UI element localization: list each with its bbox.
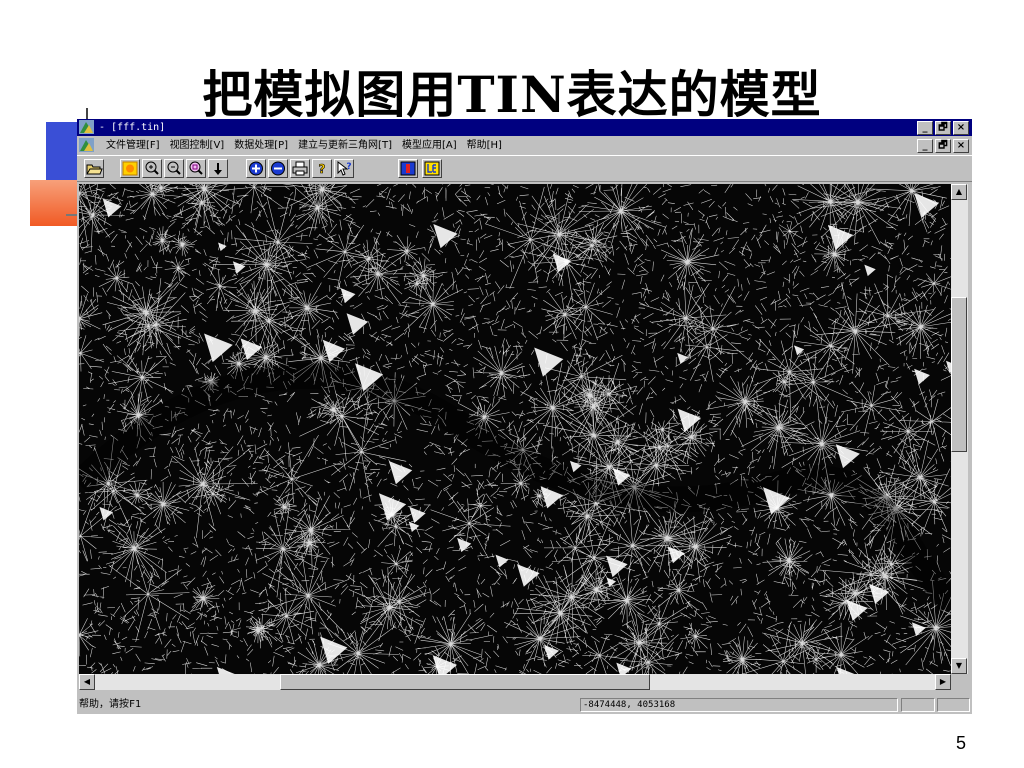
print-icon (292, 161, 308, 176)
status-coordinates: -8474448, 4053168 (580, 698, 898, 712)
down-arrow-icon (214, 163, 222, 175)
tin-canvas[interactable] (79, 184, 951, 674)
scroll-up-button[interactable]: ▲ (951, 184, 967, 200)
zoom-in-button[interactable] (142, 159, 162, 178)
tin-mesh (79, 184, 951, 674)
status-help-text: 帮助，请按F1 (79, 699, 142, 710)
slide-title: 把模拟图用TIN表达的模型 (202, 65, 822, 124)
context-help-icon: ? (337, 160, 352, 176)
red-tool-button[interactable] (398, 159, 418, 178)
add-point-icon (249, 161, 263, 176)
zoom-window-icon (189, 161, 203, 175)
status-panel (901, 698, 935, 712)
menu-help[interactable]: 帮助[H] (462, 136, 507, 155)
zoom-out-button[interactable] (164, 159, 184, 178)
print-button[interactable] (290, 159, 310, 178)
scroll-right-button[interactable]: ▶ (935, 674, 951, 690)
context-help-button[interactable]: ? (334, 159, 354, 178)
menu-model[interactable]: 模型应用[A] (397, 136, 462, 155)
red-tool-icon (400, 161, 416, 176)
le-tool-button[interactable] (422, 159, 442, 178)
vertical-scrollbar[interactable]: ▲ ▼ (951, 184, 968, 674)
zoom-window-button[interactable] (186, 159, 206, 178)
menu-tin[interactable]: 建立与更新三角网[T] (293, 136, 397, 155)
vertical-scroll-thumb[interactable] (951, 297, 967, 452)
add-point-button[interactable] (246, 159, 266, 178)
scroll-down-button[interactable]: ▼ (951, 658, 967, 674)
open-file-button[interactable] (84, 159, 104, 178)
zoom-out-icon (167, 161, 181, 175)
remove-point-icon (271, 161, 285, 176)
menu-data[interactable]: 数据处理[P] (229, 136, 293, 155)
horizontal-scroll-thumb[interactable] (280, 674, 650, 690)
doc-minimize-button[interactable]: _ (917, 139, 933, 153)
page-number: 5 (955, 733, 966, 753)
menu-file[interactable]: 文件管理[F] (101, 136, 165, 155)
zoom-extent-icon (122, 161, 138, 176)
doc-close-button[interactable]: × (953, 139, 969, 153)
zoom-in-icon (145, 161, 159, 175)
remove-point-button[interactable] (268, 159, 288, 178)
help-button[interactable]: ? (312, 159, 332, 178)
doc-restore-button[interactable]: 🗗 (935, 139, 951, 153)
document-icon[interactable] (79, 138, 94, 152)
toolbar: ? ? (77, 155, 972, 182)
scroll-left-button[interactable]: ◀ (79, 674, 95, 690)
menu-bar: 文件管理[F] 视图控制[V] 数据处理[P] 建立与更新三角网[T] 模型应用… (77, 136, 972, 155)
menu-view[interactable]: 视图控制[V] (165, 136, 230, 155)
horizontal-scrollbar[interactable]: ◀ ▶ (79, 674, 951, 690)
open-file-icon (86, 164, 103, 175)
status-bar: 帮助，请按F1 -8474448, 4053168 (77, 696, 972, 714)
le-tool-icon (424, 161, 440, 176)
down-arrow-button[interactable] (208, 159, 228, 178)
svg-text:?: ? (319, 162, 326, 176)
decor-orange-block (30, 180, 80, 226)
application-window: - [fff.tin] _ 🗗 × 文件管理[F] 视图控制[V] 数据处理[P… (77, 119, 972, 714)
help-icon: ? (318, 162, 326, 177)
svg-text:?: ? (346, 162, 351, 172)
zoom-extent-button[interactable] (120, 159, 140, 178)
status-panel-extra (937, 698, 970, 712)
